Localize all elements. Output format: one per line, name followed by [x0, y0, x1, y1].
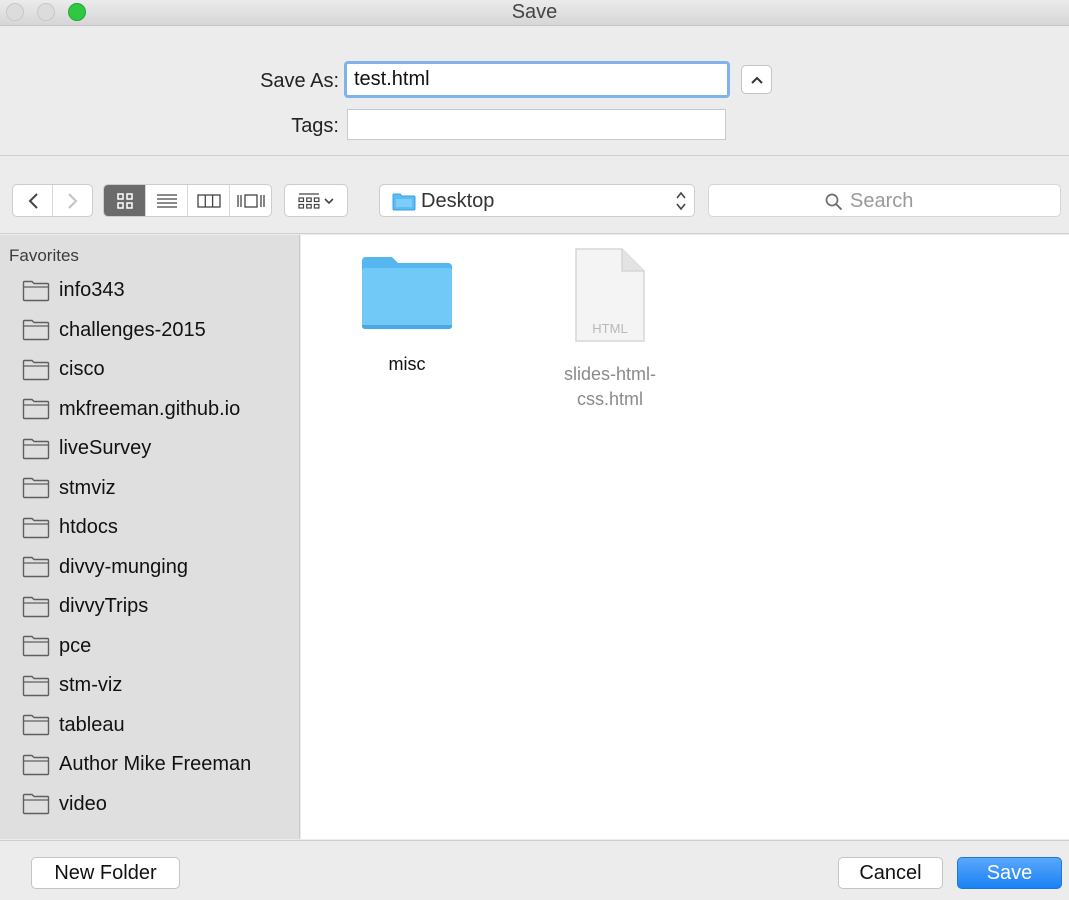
folder-icon	[22, 478, 50, 499]
sidebar-item[interactable]: Author Mike Freeman	[0, 745, 299, 785]
sidebar-item-label: divvy-munging	[59, 555, 188, 578]
chevron-up-icon	[750, 76, 763, 84]
sidebar-item-label: stmviz	[59, 476, 116, 499]
sidebar-item[interactable]: video	[0, 785, 299, 825]
cover-flow-view-button[interactable]	[229, 185, 271, 216]
search-placeholder: Search	[850, 190, 914, 212]
sidebar-item[interactable]: info343	[0, 271, 299, 311]
file-name: misc	[388, 354, 426, 374]
sidebar-item-label: pce	[59, 634, 92, 657]
sidebar-item-label: stm-viz	[59, 674, 123, 697]
file-browser[interactable]: misc HTML slides-html- css.html	[301, 235, 1069, 839]
file-name-line-2: css.html	[576, 389, 643, 409]
folder-icon	[22, 636, 50, 657]
collapse-dialog-button[interactable]	[741, 65, 772, 94]
sidebar-item-label: cisco	[59, 358, 105, 381]
back-button[interactable]	[13, 185, 52, 216]
sidebar-item[interactable]: tableau	[0, 706, 299, 746]
folder-icon	[22, 715, 50, 736]
new-folder-button[interactable]: New Folder	[31, 857, 180, 889]
sidebar-item[interactable]: pce	[0, 627, 299, 667]
icon-view-button[interactable]	[104, 185, 145, 216]
save-form: Save As: Tags:	[0, 27, 1069, 156]
save-button[interactable]: Save	[957, 857, 1062, 889]
folder-icon	[22, 280, 50, 301]
folder-icon	[22, 794, 50, 815]
title-bar: Save	[0, 0, 1069, 26]
file-item-slides-html-css[interactable]: HTML slides-html- css.html	[545, 247, 675, 412]
html-badge: HTML	[592, 321, 627, 336]
arrange-grid-icon	[298, 192, 320, 209]
folder-icon	[22, 438, 50, 459]
file-name-line-1: slides-html-	[563, 364, 656, 384]
chevron-right-icon	[67, 192, 77, 209]
location-label: Desktop	[421, 190, 495, 212]
sidebar-item-label: video	[59, 792, 107, 815]
sidebar-item-label: htdocs	[59, 516, 118, 539]
sidebar-heading-favorites: Favorites	[9, 246, 79, 265]
sidebar-item[interactable]: stm-viz	[0, 666, 299, 706]
location-popup[interactable]: Desktop	[379, 184, 695, 217]
sidebar-item-label: tableau	[59, 713, 125, 736]
search-icon	[825, 193, 843, 210]
file-name: slides-html- css.html	[545, 362, 675, 412]
columns-icon	[196, 193, 221, 208]
folder-icon	[22, 557, 50, 578]
grid-icon	[116, 192, 133, 209]
chevron-left-icon	[28, 192, 38, 209]
sidebar-item-label: mkfreeman.github.io	[59, 397, 241, 420]
arrange-menu-button[interactable]	[284, 184, 348, 217]
sidebar-item[interactable]: divvy-munging	[0, 548, 299, 588]
back-forward-group	[12, 184, 93, 217]
sidebar-item[interactable]: cisco	[0, 350, 299, 390]
folder-icon	[22, 320, 50, 341]
sidebar[interactable]: Favorites info343 challenges-2015 cisco mkf…	[0, 235, 300, 839]
sidebar-item[interactable]: divvyTrips	[0, 587, 299, 627]
search-field[interactable]: Search	[708, 184, 1061, 217]
folder-icon	[22, 399, 50, 420]
column-view-button[interactable]	[187, 185, 229, 216]
sidebar-item-label: liveSurvey	[59, 437, 152, 460]
tags-label: Tags:	[291, 115, 339, 137]
sidebar-item-label: info343	[59, 279, 125, 302]
sidebar-item[interactable]: stmviz	[0, 469, 299, 509]
toolbar: Desktop Search	[0, 157, 1069, 234]
save-as-label: Save As:	[260, 70, 339, 92]
file-item-misc[interactable]: misc	[342, 255, 472, 377]
view-mode-group	[103, 184, 272, 217]
cancel-button[interactable]: Cancel	[838, 857, 943, 889]
search-placeholder-group: Search	[825, 190, 913, 213]
bottom-bar: New Folder Cancel Save	[0, 840, 1069, 900]
list-view-button[interactable]	[145, 185, 187, 216]
folder-icon	[362, 257, 452, 329]
sidebar-item-label: divvyTrips	[59, 595, 149, 618]
cover-flow-icon	[236, 193, 265, 208]
folder-icon	[22, 359, 50, 380]
sidebar-item[interactable]: liveSurvey	[0, 429, 299, 469]
chevron-down-icon	[324, 197, 334, 204]
sidebar-item[interactable]: htdocs	[0, 508, 299, 548]
sidebar-item-label: Author Mike Freeman	[59, 753, 252, 776]
list-icon	[156, 193, 177, 208]
sidebar-item-label: challenges-2015	[59, 318, 206, 341]
html-file-icon: HTML	[575, 248, 645, 342]
forward-button[interactable]	[52, 185, 92, 216]
folder-icon	[392, 193, 416, 211]
folder-icon	[22, 596, 50, 617]
sidebar-item[interactable]: challenges-2015	[0, 311, 299, 351]
folder-icon	[22, 675, 50, 696]
sidebar-list: info343 challenges-2015 cisco mkfreeman.git…	[0, 271, 299, 825]
tags-input[interactable]	[347, 109, 726, 140]
folder-icon	[22, 754, 50, 775]
save-as-input[interactable]	[344, 61, 730, 98]
sidebar-item[interactable]: mkfreeman.github.io	[0, 390, 299, 430]
folder-icon	[22, 517, 50, 538]
window-title: Save	[511, 1, 558, 23]
updown-arrows-icon	[676, 191, 686, 211]
